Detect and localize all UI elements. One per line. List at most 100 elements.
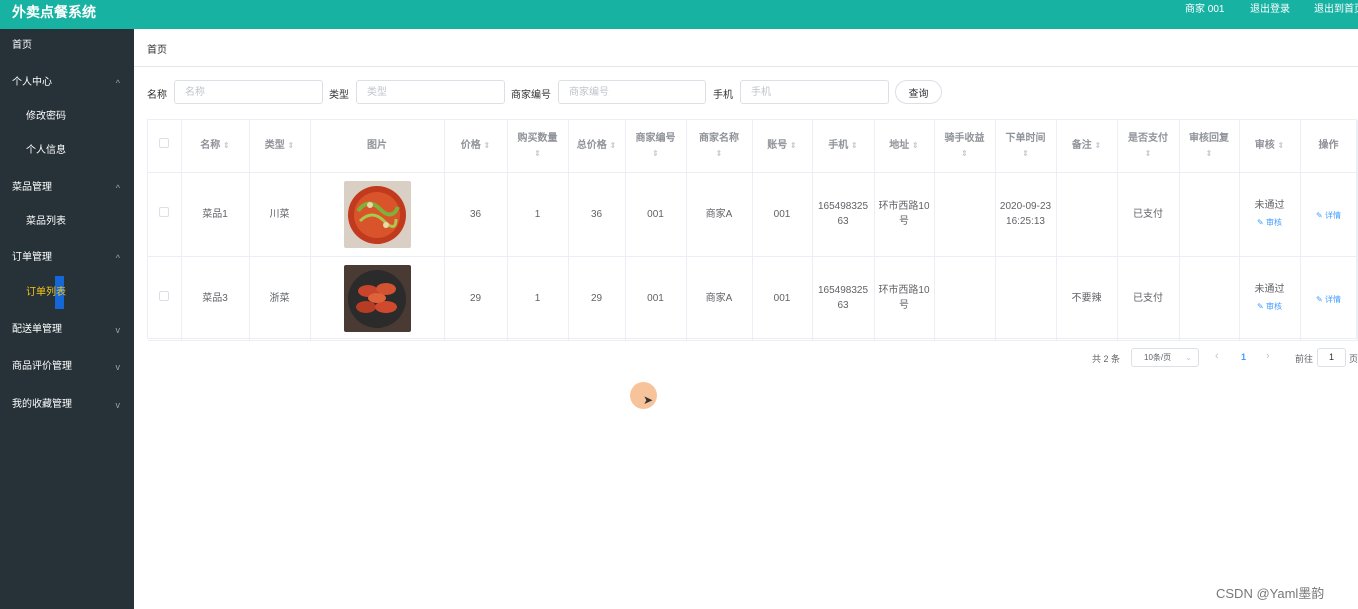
chevron-up-icon: ^ xyxy=(115,78,120,88)
sidebar-item-label: 我的收藏管理 xyxy=(12,399,72,410)
dish-image[interactable] xyxy=(343,180,411,248)
sidebar-item-order-management[interactable]: 订单管理 ^ xyxy=(0,241,134,275)
app-title: 外卖点餐系统 xyxy=(12,4,96,20)
sidebar-item-label: 个人中心 xyxy=(12,77,52,88)
page-size-select[interactable]: 10条/页 ⌄ xyxy=(1131,348,1199,367)
sidebar-item-favorites-management[interactable]: 我的收藏管理 v xyxy=(0,388,134,422)
column-header-price[interactable]: 价格 ⇕ xyxy=(444,120,508,173)
sort-icon[interactable]: ⇕ xyxy=(610,141,617,150)
audit-link[interactable]: ✎ 审核 xyxy=(1257,215,1282,230)
back-to-home-link[interactable]: 退出到首页 xyxy=(1314,3,1358,17)
sort-icon[interactable]: ⇕ xyxy=(288,141,295,150)
detail-link[interactable]: ✎ 详情 xyxy=(1316,292,1341,307)
detail-link[interactable]: ✎ 详情 xyxy=(1316,208,1341,223)
page-size-value: 10条/页 xyxy=(1144,353,1172,362)
cell-price: 29 xyxy=(444,256,508,341)
cell-remark: 不要辣 xyxy=(1056,256,1118,341)
column-header-account[interactable]: 账号 ⇕ xyxy=(752,120,813,173)
column-header-address[interactable]: 地址 ⇕ xyxy=(874,120,935,173)
cell-actions: ✎ 详情 xyxy=(1300,172,1358,257)
select-all-checkbox[interactable] xyxy=(159,138,170,149)
cell-merchant-no: 001 xyxy=(625,256,687,341)
audit-link[interactable]: ✎ 审核 xyxy=(1257,299,1282,314)
sidebar-item-label: 配送单管理 xyxy=(12,324,62,335)
table-row: 菜品1 川菜 36 1 36 001 商家A 001 16549832563 环… xyxy=(148,172,1358,257)
column-header-name[interactable]: 名称 ⇕ xyxy=(181,120,250,173)
cell-paid: 已支付 xyxy=(1117,172,1180,257)
sidebar-item-label: 商品评价管理 xyxy=(12,361,72,372)
column-header-rider-income[interactable]: 骑手收益 ⇕ xyxy=(934,120,996,173)
breadcrumb: 首页 xyxy=(134,29,1358,67)
column-header-order-time[interactable]: 下单时间 ⇕ xyxy=(995,120,1057,173)
sidebar-item-review-management[interactable]: 商品评价管理 v xyxy=(0,350,134,384)
name-search-input[interactable] xyxy=(174,80,323,104)
sidebar-item-label: 首页 xyxy=(12,40,32,51)
next-page-button[interactable]: › xyxy=(1266,350,1270,362)
chevron-down-icon: v xyxy=(115,325,121,335)
sidebar-item-order-list[interactable]: 订单列表 xyxy=(0,276,134,310)
column-header-audit[interactable]: 审核 ⇕ xyxy=(1239,120,1301,173)
cell-address: 环市西路10号 xyxy=(874,256,935,341)
sort-icon[interactable]: ⇕ xyxy=(1095,141,1102,150)
sort-icon[interactable]: ⇕ xyxy=(961,149,968,158)
column-header-remark[interactable]: 备注 ⇕ xyxy=(1056,120,1118,173)
query-button[interactable]: 查询 xyxy=(895,80,942,104)
sort-icon[interactable]: ⇕ xyxy=(716,149,723,158)
column-header-phone[interactable]: 手机 ⇕ xyxy=(812,120,875,173)
merchant-no-search-input[interactable] xyxy=(558,80,706,104)
row-checkbox[interactable] xyxy=(159,206,170,217)
phone-search-input[interactable] xyxy=(740,80,889,104)
row-select-cell xyxy=(148,256,182,341)
sort-icon[interactable]: ⇕ xyxy=(1022,149,1029,158)
sort-icon[interactable]: ⇕ xyxy=(484,141,491,150)
sort-icon[interactable]: ⇕ xyxy=(1145,149,1152,158)
name-label: 名称 xyxy=(147,90,167,101)
logout-link[interactable]: 退出登录 xyxy=(1250,3,1290,17)
column-header-merchant-name[interactable]: 商家名称 ⇕ xyxy=(686,120,753,173)
merchant-no-label: 商家编号 xyxy=(511,90,551,101)
select-all-header xyxy=(148,120,182,173)
sidebar-item-change-password[interactable]: 修改密码 xyxy=(0,100,134,134)
cell-remark xyxy=(1056,172,1118,257)
sidebar-item-dish-list[interactable]: 菜品列表 xyxy=(0,205,134,239)
sort-icon[interactable]: ⇕ xyxy=(790,141,797,150)
cell-image xyxy=(310,256,445,341)
sort-icon[interactable]: ⇕ xyxy=(223,141,230,150)
cell-audit-reply xyxy=(1179,172,1240,257)
cell-account: 001 xyxy=(752,256,813,341)
sort-icon[interactable]: ⇕ xyxy=(851,141,858,150)
cell-type: 浙菜 xyxy=(249,256,311,341)
sidebar-item-dish-management[interactable]: 菜品管理 ^ xyxy=(0,171,134,205)
breadcrumb-home[interactable]: 首页 xyxy=(147,41,167,56)
page-number-1[interactable]: 1 xyxy=(1241,352,1246,362)
prev-page-button[interactable]: ‹ xyxy=(1215,350,1219,362)
column-header-merchant-no[interactable]: 商家编号 ⇕ xyxy=(625,120,687,173)
sidebar-item-personal-info[interactable]: 个人信息 xyxy=(0,134,134,168)
sidebar-item-delivery-management[interactable]: 配送单管理 v xyxy=(0,313,134,347)
sort-icon[interactable]: ⇕ xyxy=(652,149,659,158)
top-header: 外卖点餐系统 商家 001 退出登录 退出到首页 xyxy=(0,0,1358,29)
sidebar-item-home[interactable]: 首页 xyxy=(0,29,134,63)
cell-address: 环市西路10号 xyxy=(874,172,935,257)
column-header-type[interactable]: 类型 ⇕ xyxy=(249,120,311,173)
dish-image[interactable] xyxy=(343,264,411,332)
cell-quantity: 1 xyxy=(507,172,569,257)
sort-icon[interactable]: ⇕ xyxy=(534,149,541,158)
audit-status: 未通过 xyxy=(1254,284,1285,295)
sidebar-item-profile-center[interactable]: 个人中心 ^ xyxy=(0,66,134,100)
column-header-total-price[interactable]: 总价格 ⇕ xyxy=(568,120,626,173)
sort-icon[interactable]: ⇕ xyxy=(1278,141,1285,150)
sidebar-item-label: 订单管理 xyxy=(12,252,52,263)
goto-page-input[interactable]: 1 xyxy=(1317,348,1346,367)
row-checkbox[interactable] xyxy=(159,290,170,301)
type-search-input[interactable] xyxy=(356,80,505,104)
column-header-paid[interactable]: 是否支付 ⇕ xyxy=(1117,120,1180,173)
cell-account: 001 xyxy=(752,172,813,257)
column-header-quantity[interactable]: 购买数量 ⇕ xyxy=(507,120,569,173)
cell-rider-income xyxy=(934,256,996,341)
edit-icon: ✎ xyxy=(1257,218,1264,227)
sort-icon[interactable]: ⇕ xyxy=(1206,149,1213,158)
column-header-audit-reply[interactable]: 审核回复 ⇕ xyxy=(1179,120,1240,173)
cell-rider-income xyxy=(934,172,996,257)
sort-icon[interactable]: ⇕ xyxy=(912,141,919,150)
